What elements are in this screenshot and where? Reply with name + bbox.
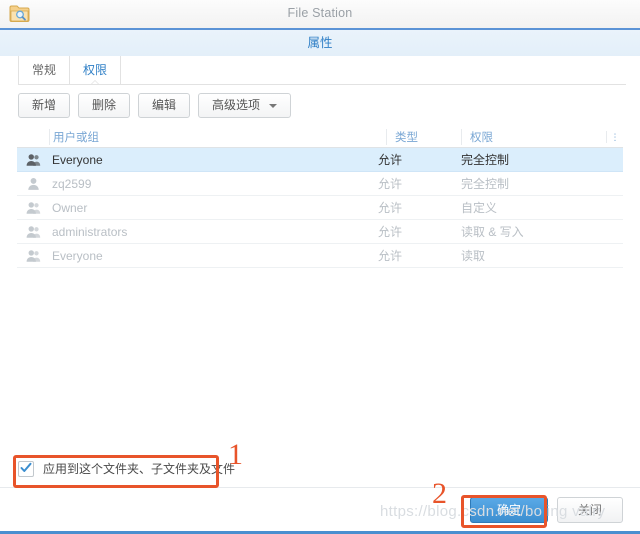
- permissions-table: 用户或组 类型 权限 ⋮ Everyone 允许 完全控制 zq2599 允许 完全控制 O…: [17, 126, 623, 450]
- row-permission: 完全控制: [461, 153, 510, 167]
- app-title: File Station: [287, 6, 353, 20]
- column-options-icon[interactable]: ⋮: [606, 130, 623, 143]
- tab-permissions[interactable]: 权限: [70, 56, 121, 86]
- table-header-row: 用户或组 类型 权限 ⋮: [17, 126, 623, 148]
- dialog-title: 属性: [307, 36, 333, 50]
- group-icon: [17, 225, 49, 239]
- delete-button-label: 删除: [92, 98, 117, 112]
- row-type: 允许: [378, 225, 403, 239]
- row-user-or-group: Owner: [52, 200, 88, 215]
- table-row[interactable]: Everyone 允许 完全控制: [17, 148, 623, 172]
- group-icon: [17, 153, 49, 167]
- row-user-or-group: administrators: [52, 224, 128, 239]
- row-user-or-group: Everyone: [52, 152, 103, 167]
- advanced-options-button[interactable]: 高级选项: [198, 93, 292, 118]
- row-type: 允许: [378, 153, 403, 167]
- group-icon: [17, 201, 49, 215]
- confirm-button[interactable]: 确定: [469, 496, 548, 523]
- row-permission: 完全控制: [461, 177, 510, 191]
- tab-strip: 常规 权限: [0, 56, 640, 86]
- header-type[interactable]: 类型: [386, 128, 461, 145]
- close-button-label: 关闭: [577, 502, 602, 517]
- table-row[interactable]: administrators 允许 读取 & 写入: [17, 220, 623, 244]
- table-row[interactable]: zq2599 允许 完全控制: [17, 172, 623, 196]
- tab-general-label: 常规: [31, 63, 56, 77]
- row-user-or-group: Everyone: [52, 248, 103, 263]
- close-button[interactable]: 关闭: [556, 496, 623, 523]
- add-button[interactable]: 新增: [18, 93, 71, 118]
- table-body: Everyone 允许 完全控制 zq2599 允许 完全控制 Owner 允许 自定义 admi…: [17, 148, 623, 268]
- advanced-options-label: 高级选项: [212, 98, 261, 112]
- apply-to-subfolders-checkbox[interactable]: [18, 460, 34, 477]
- confirm-button-label: 确定: [496, 502, 521, 517]
- file-station-window: File Station 属性 常规 权限 新增 删除 编辑 高级选项 用户或组…: [0, 0, 640, 534]
- tab-permissions-label: 权限: [82, 63, 107, 77]
- row-type: 允许: [378, 177, 403, 191]
- add-button-label: 新增: [32, 98, 57, 112]
- dialog-header: 属性: [0, 30, 640, 56]
- edit-button-label: 编辑: [152, 98, 177, 112]
- row-permission: 自定义: [461, 201, 498, 215]
- edit-button[interactable]: 编辑: [138, 93, 191, 118]
- chevron-down-icon: [269, 103, 278, 108]
- tab-active-caret-icon: [90, 81, 100, 86]
- apply-to-subfolders-label: 应用到这个文件夹、子文件夹及文件: [43, 462, 236, 476]
- row-permission: 读取 & 写入: [461, 225, 524, 239]
- table-row[interactable]: Owner 允许 自定义: [17, 196, 623, 220]
- permissions-toolbar: 新增 删除 编辑 高级选项: [0, 85, 640, 126]
- delete-button[interactable]: 删除: [78, 93, 131, 118]
- group-icon: [17, 249, 49, 263]
- user-icon: [17, 177, 49, 191]
- table-row[interactable]: Everyone 允许 读取: [17, 244, 623, 268]
- row-user-or-group: zq2599: [52, 176, 92, 191]
- dialog-footer: 应用到这个文件夹、子文件夹及文件 确定 关闭: [0, 450, 640, 531]
- row-type: 允许: [378, 201, 403, 215]
- apply-scope-bar: 应用到这个文件夹、子文件夹及文件: [0, 450, 640, 488]
- dialog-action-bar: 确定 关闭: [0, 488, 640, 531]
- row-permission: 读取: [461, 249, 486, 263]
- header-permission[interactable]: 权限: [461, 128, 606, 145]
- tab-general[interactable]: 常规: [18, 56, 70, 85]
- row-type: 允许: [378, 249, 403, 263]
- header-user-or-group[interactable]: 用户或组: [49, 128, 386, 145]
- title-bar: File Station: [0, 0, 640, 30]
